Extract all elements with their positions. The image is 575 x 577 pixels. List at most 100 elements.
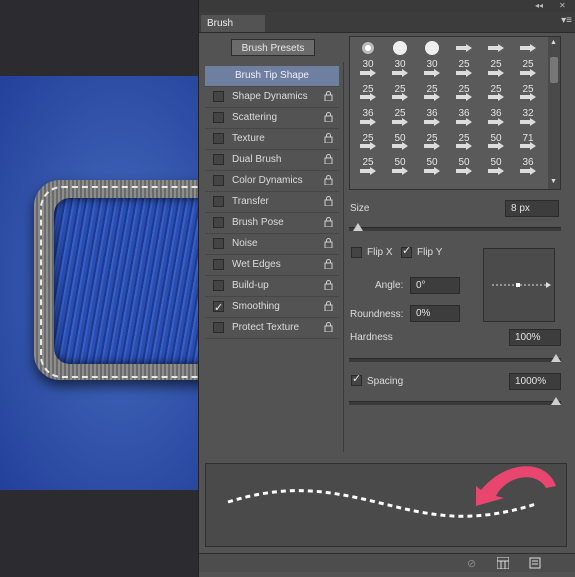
flip-y-label: Flip Y bbox=[417, 247, 443, 258]
arrow-brush-icon bbox=[424, 142, 440, 150]
setting-brush-pose[interactable]: Brush Pose bbox=[205, 213, 339, 234]
lock-icon[interactable] bbox=[324, 217, 333, 227]
setting-texture[interactable]: Texture bbox=[205, 129, 339, 150]
roundness-label: Roundness: bbox=[350, 309, 404, 320]
create-new-brush-icon[interactable] bbox=[529, 557, 541, 569]
angle-field[interactable]: 0° bbox=[410, 277, 460, 294]
setting-color-dynamics[interactable]: Color Dynamics bbox=[205, 171, 339, 192]
setting-smoothing[interactable]: Smoothing bbox=[205, 297, 339, 318]
hardness-slider-knob[interactable] bbox=[551, 354, 561, 362]
setting-checkbox[interactable] bbox=[213, 133, 224, 144]
scroll-down-icon[interactable]: ▼ bbox=[550, 178, 557, 185]
lock-icon[interactable] bbox=[324, 280, 333, 290]
setting-label: Smoothing bbox=[232, 301, 280, 312]
setting-noise[interactable]: Noise bbox=[205, 234, 339, 255]
setting-dual-brush[interactable]: Dual Brush bbox=[205, 150, 339, 171]
panel-menu-icon[interactable]: ▾≡ bbox=[561, 15, 572, 26]
size-slider-knob[interactable] bbox=[353, 223, 364, 231]
grid-view-icon[interactable] bbox=[497, 557, 509, 569]
lock-icon[interactable] bbox=[324, 91, 333, 101]
lock-icon[interactable] bbox=[324, 175, 333, 185]
setting-shape-dynamics[interactable]: Shape Dynamics bbox=[205, 87, 339, 108]
arrow-brush-icon bbox=[392, 93, 408, 101]
setting-label: Build-up bbox=[232, 280, 269, 291]
arrow-brush-icon bbox=[360, 166, 376, 175]
lock-icon[interactable] bbox=[324, 133, 333, 143]
setting-protect-texture[interactable]: Protect Texture bbox=[205, 318, 339, 339]
brush-tip[interactable] bbox=[480, 162, 512, 190]
arrow-brush-icon bbox=[424, 117, 440, 126]
brush-tip[interactable] bbox=[352, 162, 384, 190]
lock-icon[interactable] bbox=[324, 259, 333, 269]
setting-checkbox[interactable] bbox=[213, 112, 224, 123]
setting-checkbox[interactable] bbox=[213, 238, 224, 249]
arrow-brush-icon bbox=[488, 117, 504, 126]
setting-build-up[interactable]: Build-up bbox=[205, 276, 339, 297]
hard-round-icon bbox=[425, 41, 439, 55]
setting-brush-tip-shape[interactable]: Brush Tip Shape bbox=[205, 66, 339, 87]
double-chevron-icon[interactable]: ◂◂ bbox=[535, 1, 543, 10]
lock-icon[interactable] bbox=[324, 196, 333, 206]
arrow-brush-icon bbox=[488, 93, 504, 101]
arrow-brush-icon bbox=[520, 117, 536, 126]
arrow-brush-icon bbox=[456, 142, 472, 150]
arrow-brush-icon bbox=[488, 44, 504, 52]
tab-brush[interactable]: Brush bbox=[201, 15, 265, 32]
setting-checkbox[interactable] bbox=[213, 154, 224, 165]
close-icon[interactable]: ✕ bbox=[559, 1, 566, 10]
setting-checkbox[interactable] bbox=[213, 322, 224, 333]
toggle-live-tip-icon[interactable]: ⊘ bbox=[467, 557, 479, 570]
angle-roundness-preview[interactable] bbox=[483, 248, 555, 322]
brush-tip-grid[interactable]: 30 30 30 25 25 25 25 25 25 25 25 25 36 25 36 36 36 32 25 50… bbox=[349, 36, 561, 190]
size-field[interactable]: 8 px bbox=[505, 200, 559, 217]
brush-tip[interactable] bbox=[512, 162, 544, 190]
scroll-thumb[interactable] bbox=[550, 57, 558, 83]
document-canvas[interactable] bbox=[0, 0, 234, 577]
size-slider[interactable] bbox=[349, 223, 561, 231]
spacing-slider-knob[interactable] bbox=[551, 397, 561, 405]
setting-checkbox[interactable] bbox=[213, 298, 224, 318]
flip-x-checkbox[interactable] bbox=[351, 247, 362, 258]
lock-icon[interactable] bbox=[324, 154, 333, 164]
hardness-label: Hardness bbox=[350, 332, 393, 343]
brush-presets-button[interactable]: Brush Presets bbox=[231, 39, 315, 56]
hardness-slider[interactable] bbox=[349, 354, 561, 362]
arrow-brush-icon bbox=[488, 142, 504, 150]
setting-checkbox[interactable] bbox=[213, 217, 224, 228]
spacing-slider[interactable] bbox=[349, 397, 561, 405]
setting-checkbox[interactable] bbox=[213, 259, 224, 270]
arrow-brush-icon bbox=[456, 44, 472, 52]
setting-checkbox[interactable] bbox=[213, 175, 224, 186]
spacing-field[interactable]: 1000% bbox=[509, 373, 561, 390]
brush-grid-scrollbar[interactable]: ▲ ▼ bbox=[548, 37, 560, 189]
setting-checkbox[interactable] bbox=[213, 280, 224, 291]
brush-tip[interactable] bbox=[416, 162, 448, 190]
setting-checkbox[interactable] bbox=[213, 91, 224, 102]
setting-label: Color Dynamics bbox=[232, 175, 303, 186]
arrow-brush-icon bbox=[360, 142, 376, 150]
scroll-up-icon[interactable]: ▲ bbox=[550, 39, 557, 46]
spacing-checkbox[interactable] bbox=[351, 372, 362, 386]
arrow-brush-icon bbox=[424, 93, 440, 101]
angle-label: Angle: bbox=[375, 280, 404, 291]
setting-scattering[interactable]: Scattering bbox=[205, 108, 339, 129]
lock-icon[interactable] bbox=[324, 322, 333, 332]
flip-x-label: Flip X bbox=[367, 247, 393, 258]
lock-icon[interactable] bbox=[324, 238, 333, 248]
setting-wet-edges[interactable]: Wet Edges bbox=[205, 255, 339, 276]
setting-checkbox[interactable] bbox=[213, 196, 224, 207]
roundness-field[interactable]: 0% bbox=[410, 305, 460, 322]
lock-icon[interactable] bbox=[324, 112, 333, 122]
brush-panel: ◂◂ ✕ Brush ▾≡ Brush Presets Brush Tip Sh… bbox=[198, 0, 575, 577]
arrow-brush-icon bbox=[360, 68, 376, 77]
setting-label: Protect Texture bbox=[232, 322, 300, 333]
flip-y-checkbox[interactable] bbox=[401, 244, 412, 258]
setting-transfer[interactable]: Transfer bbox=[205, 192, 339, 213]
brush-tip[interactable] bbox=[384, 162, 416, 190]
pointer-arrow-icon bbox=[476, 466, 556, 506]
setting-label: Brush Pose bbox=[232, 217, 284, 228]
brush-settings-list: Brush Tip Shape Shape Dynamics Scattering T… bbox=[205, 66, 339, 339]
lock-icon[interactable] bbox=[324, 301, 333, 311]
hardness-field[interactable]: 100% bbox=[509, 329, 561, 346]
brush-tip[interactable] bbox=[448, 162, 480, 190]
